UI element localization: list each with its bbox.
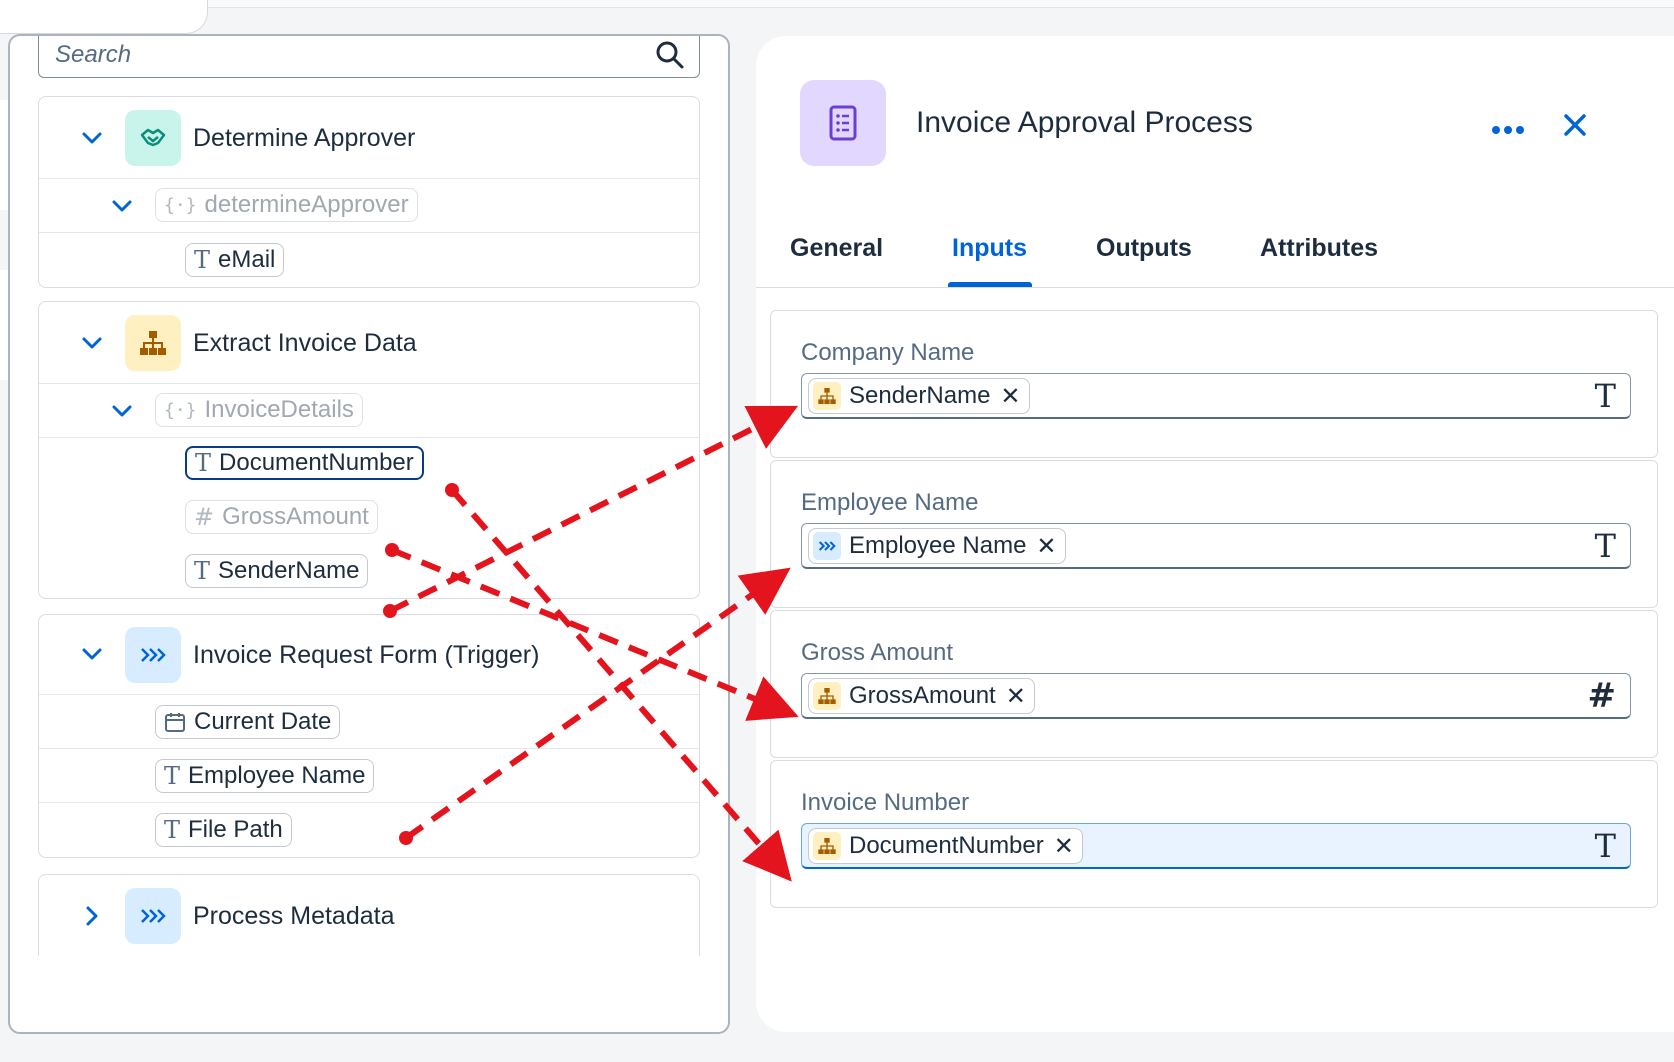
field-row[interactable]: Current Date xyxy=(39,695,699,749)
field-row[interactable]: T Employee Name xyxy=(39,749,699,803)
search-icon[interactable] xyxy=(655,40,685,70)
mapped-token[interactable]: Employee Name ✕ xyxy=(808,528,1066,564)
structure-chip[interactable]: {·} determineApprover xyxy=(155,188,418,222)
text-type-icon: T xyxy=(164,762,181,790)
group-extract-invoice-data: Extract Invoice Data {·} InvoiceDetails T… xyxy=(38,301,700,599)
group-determine-approver: Determine Approver {·} determineApprover … xyxy=(38,96,700,288)
calendar-icon xyxy=(165,713,185,732)
employee-name-field[interactable]: Employee Name ✕ T xyxy=(801,523,1631,569)
close-icon[interactable] xyxy=(1560,110,1590,140)
text-type-icon: T xyxy=(1594,377,1616,415)
details-panel: Invoice Approval Process General Inputs … xyxy=(756,36,1674,1032)
group-title: Extract Invoice Data xyxy=(193,329,417,357)
field-chip-documentnumber[interactable]: T DocumentNumber xyxy=(185,446,424,480)
text-type-icon: T xyxy=(1594,527,1616,565)
tab-inputs[interactable]: Inputs xyxy=(952,234,1027,288)
text-type-icon: T xyxy=(164,816,181,844)
tab-attributes[interactable]: Attributes xyxy=(1260,234,1378,288)
field-chip-employee-name[interactable]: T Employee Name xyxy=(155,759,375,793)
group-invoice-request-form: Invoice Request Form (Trigger) Current D… xyxy=(38,614,700,858)
group-header[interactable]: Determine Approver xyxy=(39,97,699,179)
text-type-icon: T xyxy=(194,246,211,274)
search-input[interactable] xyxy=(53,36,633,74)
text-type-icon: T xyxy=(1594,827,1616,865)
number-type-icon: # xyxy=(1587,676,1617,716)
field-chip-grossamount[interactable]: # GrossAmount xyxy=(185,500,378,534)
field-label: Employee Name xyxy=(801,489,979,516)
chevron-down-icon[interactable] xyxy=(109,398,135,424)
group-title: Invoice Request Form (Trigger) xyxy=(193,641,540,669)
forward-chevrons-icon xyxy=(813,532,841,560)
field-chip-current-date[interactable]: Current Date xyxy=(155,705,341,739)
tab-bar: General Inputs Outputs Attributes xyxy=(756,234,1674,288)
field-chip-sendername[interactable]: T SenderName xyxy=(185,554,369,588)
structure-icon: {·} xyxy=(164,194,197,216)
text-type-icon: T xyxy=(195,449,212,477)
chevron-down-icon[interactable] xyxy=(79,330,105,356)
input-card-employee-name: Employee Name Employee Name ✕ T xyxy=(770,460,1658,608)
document-list-icon xyxy=(800,80,886,166)
group-title: Process Metadata xyxy=(193,902,395,930)
sub-row[interactable]: {·} determineApprover xyxy=(39,179,699,233)
more-options-icon[interactable] xyxy=(1488,120,1528,140)
group-header[interactable]: Invoice Request Form (Trigger) xyxy=(39,615,699,695)
gross-amount-field[interactable]: GrossAmount ✕ # xyxy=(801,673,1631,719)
structure-chip[interactable]: {·} InvoiceDetails xyxy=(155,393,363,427)
remove-token-icon[interactable]: ✕ xyxy=(1000,382,1020,411)
sub-row[interactable]: {·} InvoiceDetails xyxy=(39,384,699,438)
group-process-metadata: Process Metadata xyxy=(38,874,700,956)
chevron-down-icon[interactable] xyxy=(79,125,105,151)
top-tab-stub xyxy=(0,0,208,34)
field-row[interactable]: T File Path xyxy=(39,803,699,859)
remove-token-icon[interactable]: ✕ xyxy=(1054,832,1074,861)
hierarchy-icon xyxy=(813,832,841,860)
hierarchy-icon xyxy=(125,315,181,371)
hierarchy-icon xyxy=(813,382,841,410)
active-tab-indicator xyxy=(948,282,1032,287)
search-box xyxy=(38,36,700,78)
field-label: Gross Amount xyxy=(801,639,954,666)
hierarchy-icon xyxy=(813,682,841,710)
text-type-icon: T xyxy=(194,557,211,585)
tab-outputs[interactable]: Outputs xyxy=(1096,234,1192,288)
field-label: Invoice Number xyxy=(801,789,970,816)
input-card-invoice-number: Invoice Number DocumentNumber ✕ T xyxy=(770,760,1658,908)
forward-chevrons-icon xyxy=(125,627,181,683)
group-header[interactable]: Process Metadata xyxy=(39,875,699,957)
mapped-token[interactable]: DocumentNumber ✕ xyxy=(808,828,1083,864)
top-bar xyxy=(0,0,1674,34)
chevron-down-icon[interactable] xyxy=(79,641,105,667)
field-row[interactable]: TeMail xyxy=(39,233,699,289)
forward-chevrons-icon xyxy=(125,888,181,944)
field-label: Company Name xyxy=(801,339,975,366)
input-card-gross-amount: Gross Amount GrossAmount ✕ # xyxy=(770,610,1658,758)
field-chip-file-path[interactable]: T File Path xyxy=(155,813,292,847)
remove-token-icon[interactable]: ✕ xyxy=(1006,682,1026,711)
mapped-token[interactable]: GrossAmount ✕ xyxy=(808,678,1035,714)
chevron-down-icon[interactable] xyxy=(109,193,135,219)
number-type-icon: # xyxy=(194,503,215,531)
remove-token-icon[interactable]: ✕ xyxy=(1036,532,1056,561)
chevron-right-icon[interactable] xyxy=(79,903,105,929)
field-chip-email[interactable]: TeMail xyxy=(185,243,285,277)
group-header[interactable]: Extract Invoice Data xyxy=(39,302,699,384)
data-picker-panel: Determine Approver {·}determineApprover … xyxy=(8,34,730,1034)
panel-title: Invoice Approval Process xyxy=(916,106,1253,139)
invoice-number-field[interactable]: DocumentNumber ✕ T xyxy=(801,823,1631,869)
mapped-token[interactable]: SenderName ✕ xyxy=(808,378,1030,414)
group-title: Determine Approver xyxy=(193,124,416,152)
structure-icon: {·} xyxy=(164,399,197,421)
input-card-company-name: Company Name SenderName ✕ T xyxy=(770,310,1658,458)
company-name-field[interactable]: SenderName ✕ T xyxy=(801,373,1631,419)
handshake-icon xyxy=(125,110,181,166)
tab-general[interactable]: General xyxy=(790,234,883,288)
